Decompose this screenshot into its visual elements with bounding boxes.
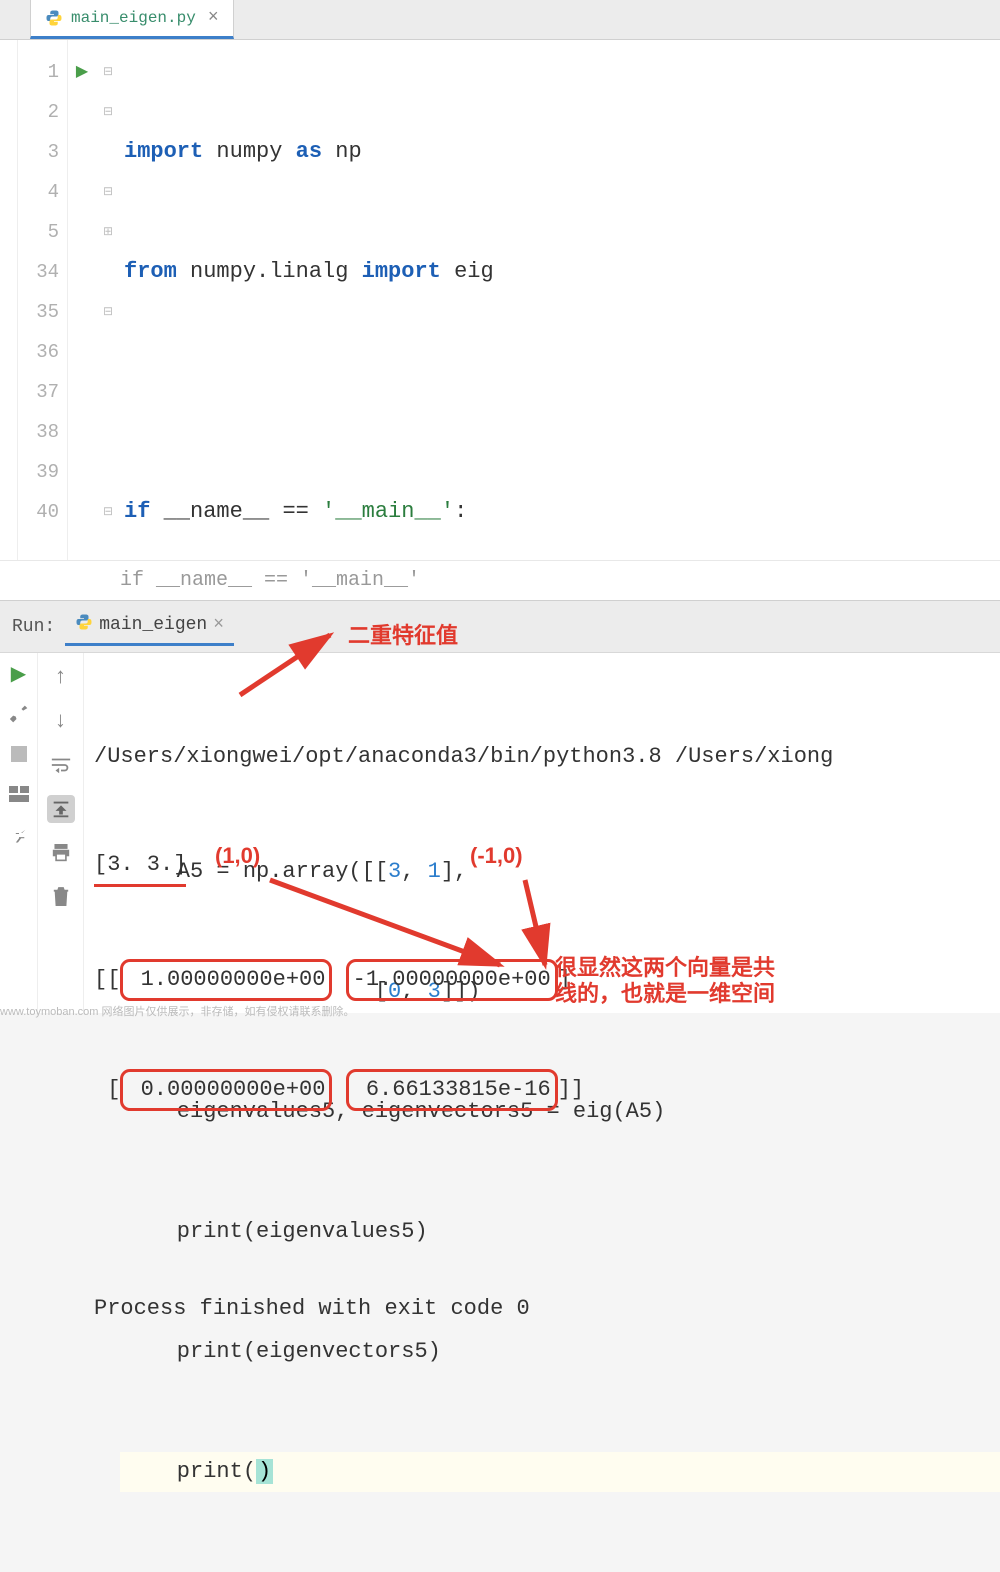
python-file-icon xyxy=(75,613,93,637)
run-console-panel: ▶ ↑ ↓ /Users/xiongwei/opt/anaconda3/bin/ xyxy=(0,653,1000,1013)
eigenvalues-output: [3. 3.] xyxy=(94,847,186,887)
arrow-down-icon[interactable]: ↓ xyxy=(47,707,75,735)
close-run-tab-icon[interactable]: × xyxy=(213,615,224,635)
run-line-icon[interactable]: ▶ xyxy=(68,52,96,92)
run-panel-header: Run: main_eigen × xyxy=(0,601,1000,653)
fold-icon[interactable]: ⊟ xyxy=(96,492,120,532)
layout-icon[interactable] xyxy=(8,783,30,805)
fold-icon[interactable]: ⊟ xyxy=(96,292,120,332)
fold-icon[interactable]: ⊟ xyxy=(96,172,120,212)
eigenvector1-box: 1.00000000e+00 xyxy=(120,959,332,1001)
eigenvector1-box: 0.00000000e+00 xyxy=(120,1069,332,1111)
arrow-up-icon[interactable]: ↑ xyxy=(47,663,75,691)
exit-status: Process finished with exit code 0 xyxy=(94,1291,990,1327)
wrench-icon[interactable] xyxy=(8,703,30,725)
eigenvector2-box: -1.00000000e+00 xyxy=(346,959,558,1001)
pin-icon[interactable] xyxy=(8,823,30,845)
code-editor: 1 2 3 4 5 34 35 36 37 38 39 40 ▶ ⊟ ⊟ ⊟ ⊞… xyxy=(0,40,1000,560)
fold-icon[interactable]: ⊟ xyxy=(96,92,120,132)
code-area[interactable]: import numpy as np from numpy.linalg imp… xyxy=(120,40,1000,560)
fold-gutter: ⊟ ⊟ ⊟ ⊞ ⊟ ⊟ xyxy=(96,40,120,560)
console-output[interactable]: /Users/xiongwei/opt/anaconda3/bin/python… xyxy=(84,653,1000,1013)
run-toolbar-right: ↑ ↓ xyxy=(38,653,84,1013)
interpreter-path: /Users/xiongwei/opt/anaconda3/bin/python… xyxy=(94,739,990,775)
run-gutter: ▶ xyxy=(68,40,96,560)
stop-icon[interactable] xyxy=(8,743,30,765)
expand-icon[interactable]: ⊞ xyxy=(96,212,120,252)
python-file-icon xyxy=(45,9,63,27)
run-label: Run: xyxy=(12,617,55,637)
print-icon[interactable] xyxy=(47,839,75,867)
tab-filename: main_eigen.py xyxy=(71,9,196,27)
fold-icon[interactable]: ⊟ xyxy=(96,52,120,92)
editor-tab-bar: main_eigen.py × xyxy=(0,0,1000,40)
line-gutter: 1 2 3 4 5 34 35 36 37 38 39 40 xyxy=(18,40,68,560)
close-tab-icon[interactable]: × xyxy=(208,8,219,28)
eigenvector2-box: 6.66133815e-16 xyxy=(346,1069,558,1111)
scroll-end-icon[interactable] xyxy=(47,795,75,823)
trash-icon[interactable] xyxy=(47,883,75,911)
wrap-icon[interactable] xyxy=(47,751,75,779)
rerun-icon[interactable]: ▶ xyxy=(8,663,30,685)
run-tab[interactable]: main_eigen × xyxy=(65,607,234,646)
watermark: www.toymoban.com 网络图片仅供展示，非存储，如有侵权请联系删除。 xyxy=(0,1003,354,1019)
run-toolbar-left: ▶ xyxy=(0,653,38,1013)
editor-tab[interactable]: main_eigen.py × xyxy=(30,0,234,39)
